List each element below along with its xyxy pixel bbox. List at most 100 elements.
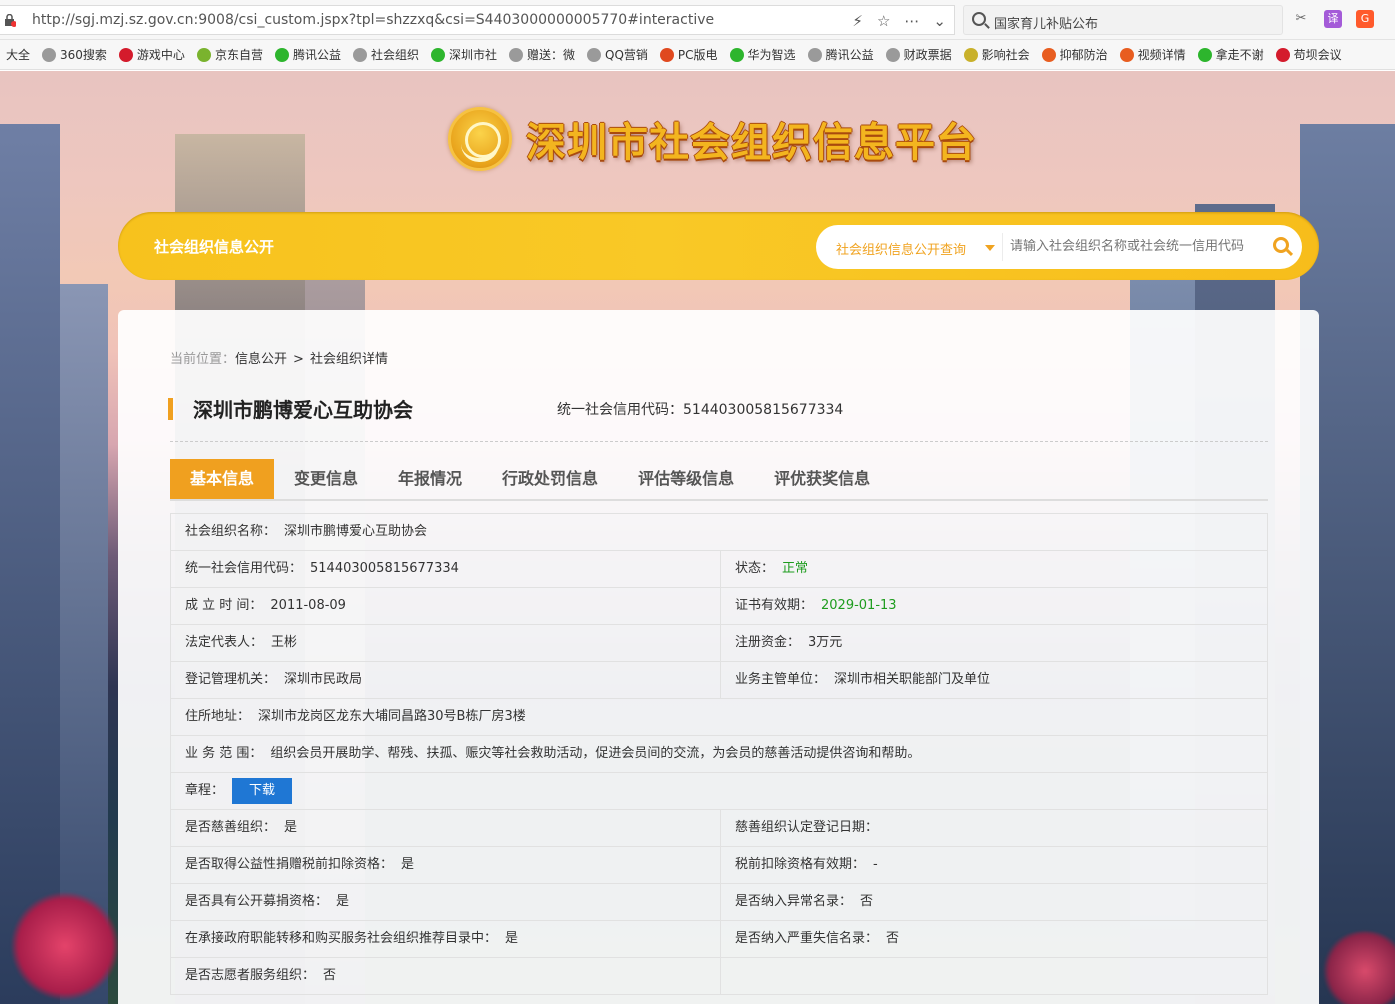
url-text[interactable]: http://sgj.mzj.sz.gov.cn:9008/csi_custom…: [32, 12, 714, 28]
scope-value: 组织会员开展助学、帮残、扶孤、赈灾等社会救助活动，促进会员间的交流，为会员的慈善…: [270, 746, 921, 761]
caret-down-icon[interactable]: [985, 245, 995, 251]
bookmark-item[interactable]: 腾讯公益: [802, 46, 880, 63]
bookmark-item[interactable]: 赠送：微: [503, 46, 581, 63]
scissors-icon[interactable]: ✂: [1292, 10, 1310, 28]
more-icon[interactable]: ⋯: [904, 12, 919, 30]
bookmark-icon: [963, 47, 978, 62]
bookmark-item[interactable]: QQ营销: [581, 46, 654, 63]
tab-penalty-info[interactable]: 行政处罚信息: [482, 459, 618, 499]
search-icon[interactable]: [1273, 237, 1289, 253]
title-marker: [168, 397, 173, 420]
tab-awards[interactable]: 评优获奖信息: [754, 459, 890, 499]
emblem-icon: [448, 107, 512, 171]
bookmark-label: 财政票据: [903, 48, 952, 62]
table-row: 是否取得公益性捐赠税前扣除资格：是 税前扣除资格有效期： -: [171, 847, 1267, 884]
bookmark-item[interactable]: 影响社会: [958, 46, 1036, 63]
table-row: 在承接政府职能转移和购买服务社会组织推荐目录中：是 是否纳入严重失信名录：否: [171, 921, 1267, 958]
bookmark-label: QQ营销: [605, 48, 648, 62]
tax-deduction-value: 是: [401, 857, 415, 872]
bookmark-icon: [885, 47, 900, 62]
breadcrumb: 当前位置：信息公开 > 社会组织详情: [170, 352, 388, 367]
org-name: 深圳市鹏博爱心互助协会: [193, 398, 413, 422]
bookmark-label: 360搜索: [60, 48, 107, 62]
abnormal-list-value: 否: [860, 894, 874, 909]
bookmark-label: 抑郁防治: [1059, 48, 1108, 62]
chevron-down-icon[interactable]: ⌄: [933, 12, 946, 30]
breadcrumb-org-detail: 社会组织详情: [309, 352, 388, 367]
bookmark-icon: [1119, 47, 1134, 62]
credit-code-value: 514403005815677334: [310, 561, 459, 576]
bookmark-item[interactable]: 苟坝会议: [1270, 46, 1348, 63]
bookmark-label: PC版电: [677, 48, 718, 62]
bookmark-icon: [729, 47, 744, 62]
browser-search-text[interactable]: 国家育儿补贴公布: [994, 13, 1098, 32]
address-value: 深圳市龙岗区龙东大埔同昌路30号B栋厂房3楼: [258, 709, 526, 724]
bookmark-label: 视频详情: [1137, 48, 1186, 62]
fundraise-value: 是: [336, 894, 350, 909]
game-icon[interactable]: G: [1356, 10, 1374, 28]
bookmark-icon: [659, 47, 674, 62]
bookmark-item[interactable]: 华为智选: [724, 46, 802, 63]
bookmark-item[interactable]: 腾讯公益: [269, 46, 347, 63]
site-title: 深圳市社会组织信息平台: [526, 120, 977, 166]
bookmark-item[interactable]: 社会组织: [347, 46, 425, 63]
bookmark-icon: [1275, 47, 1290, 62]
search-input[interactable]: [1010, 239, 1272, 254]
bookmark-icon: [430, 47, 445, 62]
bookmark-label: 游戏中心: [136, 48, 185, 62]
address-bar[interactable]: http://sgj.mzj.sz.gov.cn:9008/csi_custom…: [0, 5, 955, 35]
bookmark-item[interactable]: 拿走不谢: [1192, 46, 1270, 63]
tab-annual-report[interactable]: 年报情况: [378, 459, 482, 499]
site-logo[interactable]: 深圳市社会组织信息平台: [448, 107, 977, 171]
table-row: 成 立 时 间： 2011-08-09 证书有效期： 2029-01-13: [171, 588, 1267, 625]
bookmark-item[interactable]: 京东自营: [191, 46, 269, 63]
bookmark-label: 京东自营: [214, 48, 263, 62]
bookmark-label: 拿走不谢: [1215, 48, 1264, 62]
table-row: 住所地址： 深圳市龙岗区龙东大埔同昌路30号B栋厂房3楼: [171, 699, 1267, 736]
bookmark-icon: [42, 47, 57, 62]
bookmark-item[interactable]: 大全: [0, 46, 36, 63]
bookmark-label: 腾讯公益: [825, 48, 874, 62]
bookmark-icon: [1041, 47, 1056, 62]
tab-basic-info[interactable]: 基本信息: [170, 459, 275, 499]
table-row: 是否慈善组织：是 慈善组织认定登记日期：: [171, 810, 1267, 847]
established-value: 2011-08-09: [270, 598, 346, 613]
bookmark-item[interactable]: 游戏中心: [113, 46, 191, 63]
download-charter-button[interactable]: 下载: [232, 777, 293, 804]
bookmark-icon: [196, 47, 211, 62]
bookmark-item[interactable]: PC版电: [654, 46, 724, 63]
nav-title[interactable]: 社会组织信息公开: [154, 236, 274, 257]
tab-change-info[interactable]: 变更信息: [274, 459, 378, 499]
insecure-lock-icon[interactable]: [4, 14, 16, 27]
tax-validity-value: -: [873, 857, 878, 872]
volunteer-value: 否: [323, 968, 337, 983]
star-icon[interactable]: ☆: [877, 12, 890, 30]
basic-info-table: 社会组织名称： 深圳市鹏博爱心互助协会 统一社会信用代码： 514403005815…: [170, 513, 1268, 995]
bookmark-label: 赠送：微: [527, 48, 576, 62]
lightning-icon[interactable]: ⚡: [852, 12, 863, 30]
table-row: 社会组织名称： 深圳市鹏博爱心互助协会: [171, 514, 1267, 551]
org-credit-code: 统一社会信用代码：514403005815677334: [557, 402, 844, 418]
search-type-select[interactable]: 社会组织信息公开查询: [836, 239, 966, 258]
bookmark-item[interactable]: 财政票据: [880, 46, 958, 63]
gov-catalog-value: 是: [505, 931, 519, 946]
bookmark-item[interactable]: 抑郁防治: [1036, 46, 1114, 63]
tab-evaluation-grade[interactable]: 评估等级信息: [618, 459, 754, 499]
bookmark-item[interactable]: 深圳市社: [425, 46, 503, 63]
bookmark-item[interactable]: 视频详情: [1114, 46, 1192, 63]
site-search: 社会组织信息公开查询: [816, 225, 1302, 269]
browser-toolbar: http://sgj.mzj.sz.gov.cn:9008/csi_custom…: [0, 0, 1395, 40]
breadcrumb-info-public[interactable]: 信息公开: [235, 352, 287, 367]
divider: [170, 441, 1268, 442]
browser-search-box[interactable]: 国家育儿补贴公布: [963, 5, 1283, 35]
bookmark-icon: [274, 47, 289, 62]
dishonest-list-value: 否: [886, 931, 900, 946]
search-icon: [972, 12, 986, 26]
bookmark-label: 苟坝会议: [1293, 48, 1342, 62]
bookmarks-bar: 大全 360搜索 游戏中心 京东自营 腾讯公益 社会组织 深圳市社 赠送：微 QQ营销 PC版电 华…: [0, 40, 1395, 70]
bookmark-icon: [352, 47, 367, 62]
bookmark-item[interactable]: 360搜索: [36, 46, 113, 63]
bookmark-label: 大全: [6, 48, 31, 62]
capital-value: 3万元: [808, 635, 843, 650]
translate-icon[interactable]: 译: [1324, 10, 1342, 28]
